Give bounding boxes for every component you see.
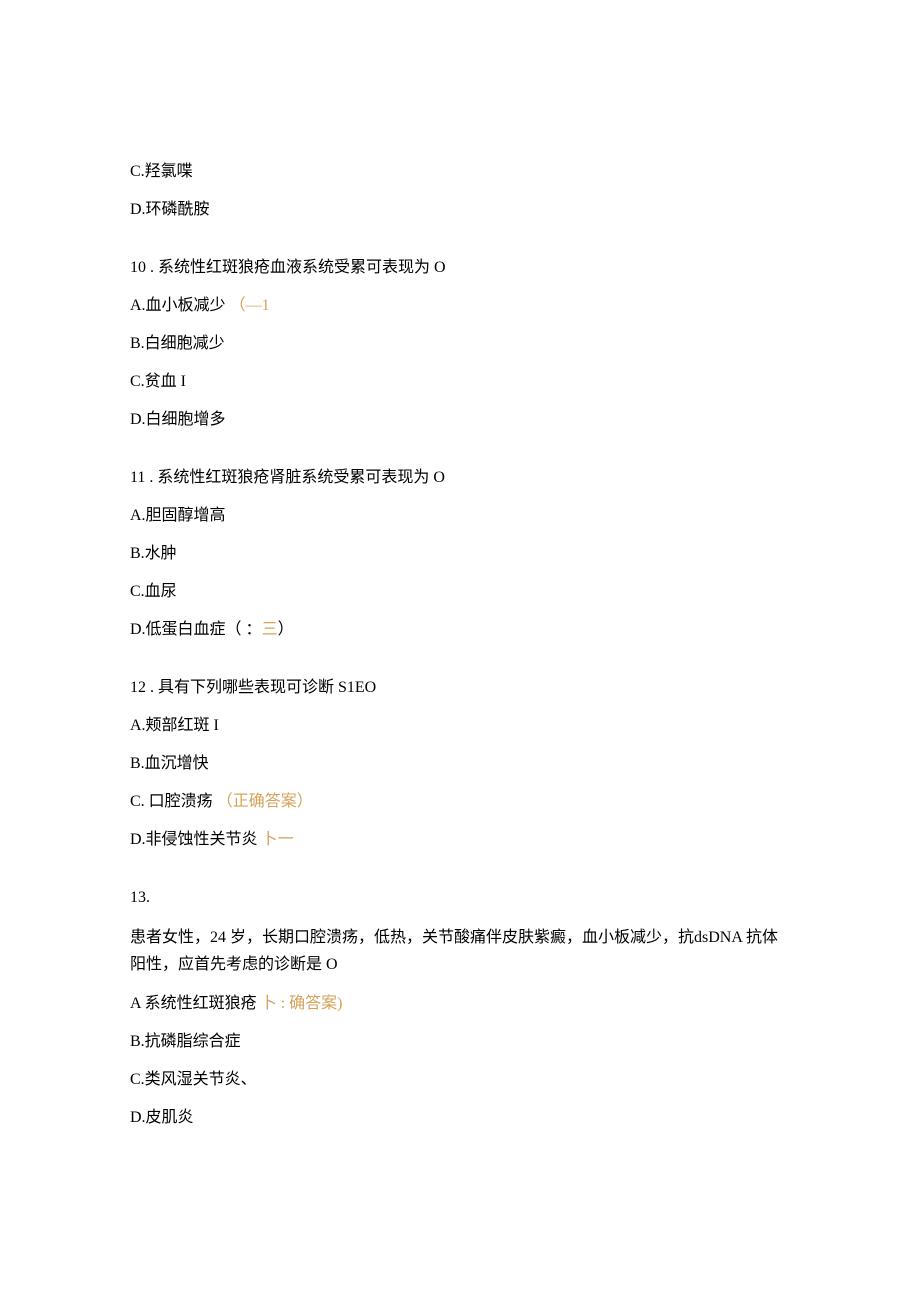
question-10-option-d: D.白细胞增多: [130, 408, 790, 432]
question-11-option-a: A.胆固醇增高: [130, 504, 790, 528]
option-annotation: 卜一: [258, 831, 294, 848]
option-annotation: 三: [262, 621, 278, 638]
question-12-option-b: B.血沉增快: [130, 752, 790, 776]
question-12-option-d: D.非侵蚀性关节炎 卜一: [130, 828, 790, 852]
option-text: A.血小板减少: [130, 297, 226, 314]
question-13-option-a: A 系统性红斑狼疮 卜 : 确答案): [130, 992, 790, 1016]
option-annotation: 卜 : 确答案): [257, 995, 343, 1012]
option-annotation: （正确答案）: [217, 793, 313, 810]
question-12-option-a: A.颊部红斑 I: [130, 714, 790, 738]
option-c: C.羟氯喋: [130, 160, 790, 184]
option-close: ）: [278, 621, 294, 638]
question-13-title: 13.: [130, 886, 790, 910]
option-text: D.非侵蚀性关节炎: [130, 831, 258, 848]
question-13-stem: 患者女性，24 岁，长期口腔溃疡，低热，关节酸痛伴皮肤紫癜，血小板减少，抗dsD…: [130, 924, 790, 978]
option-text: A 系统性红斑狼疮: [130, 995, 257, 1012]
question-10-option-b: B.白细胞减少: [130, 332, 790, 356]
question-11-option-d: D.低蛋白血症（ ：三）: [130, 618, 790, 642]
option-text: C. 口腔溃疡: [130, 793, 213, 810]
question-11-title: 11 . 系统性红斑狼疮肾脏系统受累可表现为 O: [130, 466, 790, 490]
question-12-title: 12 . 具有下列哪些表现可诊断 S1EO: [130, 676, 790, 700]
question-13-option-c: C.类风湿关节炎、: [130, 1068, 790, 1092]
question-13-option-b: B.抗磷脂综合症: [130, 1030, 790, 1054]
question-13-option-d: D.皮肌炎: [130, 1106, 790, 1130]
document-page: C.羟氯喋 D.环磷酰胺 10 . 系统性红斑狼疮血液系统受累可表现为 O A.…: [0, 0, 920, 1301]
question-11-option-b: B.水肿: [130, 542, 790, 566]
question-10-option-a: A.血小板减少 （—1: [130, 294, 790, 318]
question-10-option-c: C.贫血 I: [130, 370, 790, 394]
option-text: D.低蛋白血症（ ：: [130, 621, 262, 638]
question-11-option-c: C.血尿: [130, 580, 790, 604]
question-10-title: 10 . 系统性红斑狼疮血液系统受累可表现为 O: [130, 256, 790, 280]
option-d: D.环磷酰胺: [130, 198, 790, 222]
option-annotation: （—1: [230, 297, 270, 314]
question-12-option-c: C. 口腔溃疡 （正确答案）: [130, 790, 790, 814]
